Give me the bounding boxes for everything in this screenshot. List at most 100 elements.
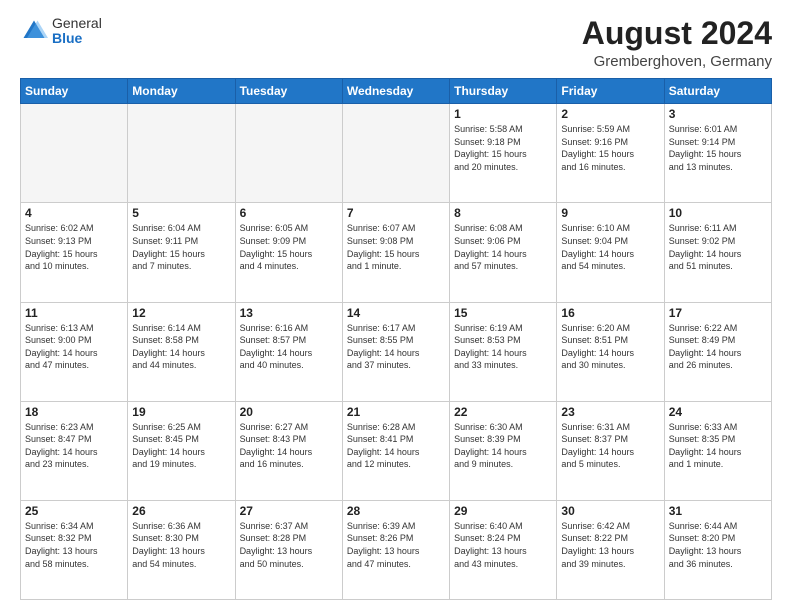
- day-info: Sunrise: 6:01 AM Sunset: 9:14 PM Dayligh…: [669, 123, 767, 173]
- day-number: 31: [669, 504, 767, 518]
- day-number: 25: [25, 504, 123, 518]
- header-sunday: Sunday: [21, 79, 128, 104]
- calendar-cell: 29Sunrise: 6:40 AM Sunset: 8:24 PM Dayli…: [450, 500, 557, 599]
- day-number: 24: [669, 405, 767, 419]
- day-info: Sunrise: 5:58 AM Sunset: 9:18 PM Dayligh…: [454, 123, 552, 173]
- day-info: Sunrise: 6:10 AM Sunset: 9:04 PM Dayligh…: [561, 222, 659, 272]
- day-info: Sunrise: 6:25 AM Sunset: 8:45 PM Dayligh…: [132, 421, 230, 471]
- day-info: Sunrise: 6:30 AM Sunset: 8:39 PM Dayligh…: [454, 421, 552, 471]
- day-number: 9: [561, 206, 659, 220]
- logo: General Blue: [20, 16, 102, 47]
- week-row-1: 1 Sunrise: 5:58 AM Sunset: 9:18 PM Daylig…: [21, 104, 772, 203]
- day-info: Sunrise: 6:05 AM Sunset: 9:09 PM Dayligh…: [240, 222, 338, 272]
- calendar-cell: 24 Sunrise: 6:33 AM Sunset: 8:35 PM Dayli…: [664, 401, 771, 500]
- day-info: Sunrise: 6:22 AM Sunset: 8:49 PM Dayligh…: [669, 322, 767, 372]
- calendar-cell: 10Sunrise: 6:11 AM Sunset: 9:02 PM Dayli…: [664, 203, 771, 302]
- page: General Blue August 2024 Gremberghoven, …: [0, 0, 792, 612]
- day-info: Sunrise: 6:42 AM Sunset: 8:22 PM Dayligh…: [561, 520, 659, 570]
- day-info: Sunrise: 6:04 AM Sunset: 9:11 PM Dayligh…: [132, 222, 230, 272]
- day-number: 21: [347, 405, 445, 419]
- day-number: 26: [132, 504, 230, 518]
- day-number: 15: [454, 306, 552, 320]
- day-number: 5: [132, 206, 230, 220]
- day-info: Sunrise: 6:14 AM Sunset: 8:58 PM Dayligh…: [132, 322, 230, 372]
- calendar-cell: 17 Sunrise: 6:22 AM Sunset: 8:49 PM Dayli…: [664, 302, 771, 401]
- day-number: 19: [132, 405, 230, 419]
- day-number: 6: [240, 206, 338, 220]
- calendar-cell: 27 Sunrise: 6:37 AM Sunset: 8:28 PM Dayli…: [235, 500, 342, 599]
- day-number: 22: [454, 405, 552, 419]
- calendar-cell: 30Sunrise: 6:42 AM Sunset: 8:22 PM Dayli…: [557, 500, 664, 599]
- day-number: 14: [347, 306, 445, 320]
- day-number: 27: [240, 504, 338, 518]
- day-number: 28: [347, 504, 445, 518]
- calendar-cell: [235, 104, 342, 203]
- month-title: August 2024: [582, 16, 772, 51]
- header-thursday: Thursday: [450, 79, 557, 104]
- calendar-cell: 6 Sunrise: 6:05 AM Sunset: 9:09 PM Daylig…: [235, 203, 342, 302]
- calendar-cell: 13Sunrise: 6:16 AM Sunset: 8:57 PM Dayli…: [235, 302, 342, 401]
- calendar-cell: 26Sunrise: 6:36 AM Sunset: 8:30 PM Dayli…: [128, 500, 235, 599]
- day-info: Sunrise: 6:19 AM Sunset: 8:53 PM Dayligh…: [454, 322, 552, 372]
- calendar-cell: 3Sunrise: 6:01 AM Sunset: 9:14 PM Daylig…: [664, 104, 771, 203]
- day-number: 16: [561, 306, 659, 320]
- header-friday: Friday: [557, 79, 664, 104]
- day-info: Sunrise: 6:34 AM Sunset: 8:32 PM Dayligh…: [25, 520, 123, 570]
- day-number: 17: [669, 306, 767, 320]
- calendar-cell: 23Sunrise: 6:31 AM Sunset: 8:37 PM Dayli…: [557, 401, 664, 500]
- day-number: 11: [25, 306, 123, 320]
- header-monday: Monday: [128, 79, 235, 104]
- day-info: Sunrise: 5:59 AM Sunset: 9:16 PM Dayligh…: [561, 123, 659, 173]
- day-info: Sunrise: 6:08 AM Sunset: 9:06 PM Dayligh…: [454, 222, 552, 272]
- day-info: Sunrise: 6:13 AM Sunset: 9:00 PM Dayligh…: [25, 322, 123, 372]
- day-info: Sunrise: 6:16 AM Sunset: 8:57 PM Dayligh…: [240, 322, 338, 372]
- day-info: Sunrise: 6:17 AM Sunset: 8:55 PM Dayligh…: [347, 322, 445, 372]
- calendar-cell: 25 Sunrise: 6:34 AM Sunset: 8:32 PM Dayli…: [21, 500, 128, 599]
- calendar-cell: [21, 104, 128, 203]
- day-info: Sunrise: 6:33 AM Sunset: 8:35 PM Dayligh…: [669, 421, 767, 471]
- week-row-2: 4 Sunrise: 6:02 AM Sunset: 9:13 PM Daylig…: [21, 203, 772, 302]
- day-number: 29: [454, 504, 552, 518]
- day-number: 4: [25, 206, 123, 220]
- weekday-header-row: Sunday Monday Tuesday Wednesday Thursday…: [21, 79, 772, 104]
- calendar-cell: 18 Sunrise: 6:23 AM Sunset: 8:47 PM Dayli…: [21, 401, 128, 500]
- calendar-cell: 16 Sunrise: 6:20 AM Sunset: 8:51 PM Dayli…: [557, 302, 664, 401]
- day-info: Sunrise: 6:20 AM Sunset: 8:51 PM Dayligh…: [561, 322, 659, 372]
- day-info: Sunrise: 6:37 AM Sunset: 8:28 PM Dayligh…: [240, 520, 338, 570]
- calendar-cell: 9 Sunrise: 6:10 AM Sunset: 9:04 PM Daylig…: [557, 203, 664, 302]
- week-row-3: 11 Sunrise: 6:13 AM Sunset: 9:00 PM Dayli…: [21, 302, 772, 401]
- title-block: August 2024 Gremberghoven, Germany: [582, 16, 772, 70]
- calendar-cell: 2Sunrise: 5:59 AM Sunset: 9:16 PM Daylig…: [557, 104, 664, 203]
- header-wednesday: Wednesday: [342, 79, 449, 104]
- calendar-cell: 28 Sunrise: 6:39 AM Sunset: 8:26 PM Dayli…: [342, 500, 449, 599]
- calendar-cell: 11 Sunrise: 6:13 AM Sunset: 9:00 PM Dayli…: [21, 302, 128, 401]
- logo-general-text: General: [52, 16, 102, 31]
- logo-blue-text: Blue: [52, 31, 102, 46]
- calendar-cell: [342, 104, 449, 203]
- day-info: Sunrise: 6:07 AM Sunset: 9:08 PM Dayligh…: [347, 222, 445, 272]
- day-number: 10: [669, 206, 767, 220]
- header-saturday: Saturday: [664, 79, 771, 104]
- day-info: Sunrise: 6:23 AM Sunset: 8:47 PM Dayligh…: [25, 421, 123, 471]
- calendar-cell: 19 Sunrise: 6:25 AM Sunset: 8:45 PM Dayli…: [128, 401, 235, 500]
- calendar-cell: 14 Sunrise: 6:17 AM Sunset: 8:55 PM Dayli…: [342, 302, 449, 401]
- calendar-cell: 21 Sunrise: 6:28 AM Sunset: 8:41 PM Dayli…: [342, 401, 449, 500]
- day-info: Sunrise: 6:44 AM Sunset: 8:20 PM Dayligh…: [669, 520, 767, 570]
- calendar-table: Sunday Monday Tuesday Wednesday Thursday…: [20, 78, 772, 600]
- day-number: 8: [454, 206, 552, 220]
- calendar-cell: 22 Sunrise: 6:30 AM Sunset: 8:39 PM Dayli…: [450, 401, 557, 500]
- logo-icon: [20, 17, 48, 45]
- day-number: 1: [454, 107, 552, 121]
- day-info: Sunrise: 6:39 AM Sunset: 8:26 PM Dayligh…: [347, 520, 445, 570]
- day-info: Sunrise: 6:28 AM Sunset: 8:41 PM Dayligh…: [347, 421, 445, 471]
- day-number: 7: [347, 206, 445, 220]
- day-number: 18: [25, 405, 123, 419]
- calendar-cell: 12Sunrise: 6:14 AM Sunset: 8:58 PM Dayli…: [128, 302, 235, 401]
- calendar-cell: 20Sunrise: 6:27 AM Sunset: 8:43 PM Dayli…: [235, 401, 342, 500]
- day-info: Sunrise: 6:02 AM Sunset: 9:13 PM Dayligh…: [25, 222, 123, 272]
- calendar-cell: [128, 104, 235, 203]
- calendar-cell: 1 Sunrise: 5:58 AM Sunset: 9:18 PM Daylig…: [450, 104, 557, 203]
- calendar-cell: 15 Sunrise: 6:19 AM Sunset: 8:53 PM Dayli…: [450, 302, 557, 401]
- day-info: Sunrise: 6:31 AM Sunset: 8:37 PM Dayligh…: [561, 421, 659, 471]
- header: General Blue August 2024 Gremberghoven, …: [20, 16, 772, 70]
